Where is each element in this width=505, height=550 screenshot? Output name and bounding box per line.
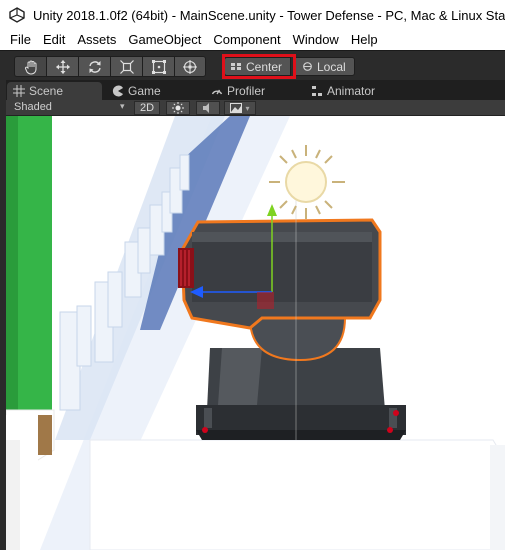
main-toolbar: Center Local [0,50,505,80]
game-pacman-icon [112,85,123,97]
pivot-mode-button[interactable]: Center [224,57,291,76]
pivot-mode-label: Center [246,59,283,74]
effects-dropdown-button[interactable]: ▾ [224,101,256,115]
tab-animator-label: Animator [327,84,376,98]
profiler-gauge-icon [211,89,223,95]
tab-scene-label: Scene [29,84,64,98]
tab-profiler-label: Profiler [227,84,266,98]
move-tool-icon [55,59,70,74]
window-title: Unity 2018.1.0f2 (64bit) - MainScene.uni… [33,7,505,23]
scene-grid-icon [13,85,25,97]
scene-render [0,116,505,550]
scene-view-toolbar: Shaded ▾ 2D ▾ [0,100,505,116]
transform-tool-button[interactable] [174,56,206,77]
tab-game-label: Game [128,84,161,98]
scale-tool-button[interactable] [110,56,142,77]
pivot-rotation-label: Local [317,59,346,74]
speaker-icon [203,103,209,113]
title-bar: Unity 2018.1.0f2 (64bit) - MainScene.uni… [0,0,505,30]
local-rotation-icon [303,62,312,71]
chevron-down-icon: ▾ [120,101,125,111]
transform-tools [14,56,206,77]
tab-animator[interactable]: Animator [311,82,375,100]
audio-toggle-button[interactable] [196,101,220,115]
turret-base [196,348,406,440]
hand-tool-button[interactable] [14,56,46,77]
rotate-tool-button[interactable] [78,56,110,77]
pivot-controls: Center Local [224,57,355,76]
scene-viewport[interactable] [0,116,505,550]
hand-tool-icon [24,60,36,75]
rect-tool-button[interactable] [142,56,174,77]
menu-bar: File Edit Assets GameObject Component Wi… [0,30,505,50]
chevron-down-icon: ▾ [245,103,250,113]
menu-gameobject[interactable]: GameObject [122,30,207,50]
window-tab-bar: Scene Game Profiler Animator [0,80,505,100]
image-effects-icon [230,103,243,113]
menu-window[interactable]: Window [287,30,345,50]
sun-icon [172,102,184,114]
move-tool-button[interactable] [46,56,78,77]
pivot-center-icon [231,63,241,70]
2d-toggle-label: 2D [139,102,155,114]
tab-game[interactable]: Game [112,82,161,100]
menu-assets[interactable]: Assets [71,30,122,50]
tab-profiler[interactable]: Profiler [211,82,265,100]
lighting-toggle-button[interactable] [166,101,190,115]
scale-tool-icon [119,59,134,74]
rotate-tool-icon [88,60,101,73]
menu-help[interactable]: Help [345,30,384,50]
2d-toggle-button[interactable]: 2D [134,101,160,115]
menu-file[interactable]: File [0,30,37,50]
menu-edit[interactable]: Edit [37,30,71,50]
menu-component[interactable]: Component [207,30,286,50]
draw-mode-dropdown[interactable]: Shaded [14,101,52,113]
editor-left-edge [0,80,6,550]
animator-nodes-icon [312,86,322,96]
pivot-rotation-button[interactable]: Local [295,57,355,76]
tab-scene[interactable]: Scene [7,82,102,100]
unity-logo-icon [9,7,25,23]
rect-tool-icon [151,59,166,74]
transform-tool-icon [183,59,197,74]
